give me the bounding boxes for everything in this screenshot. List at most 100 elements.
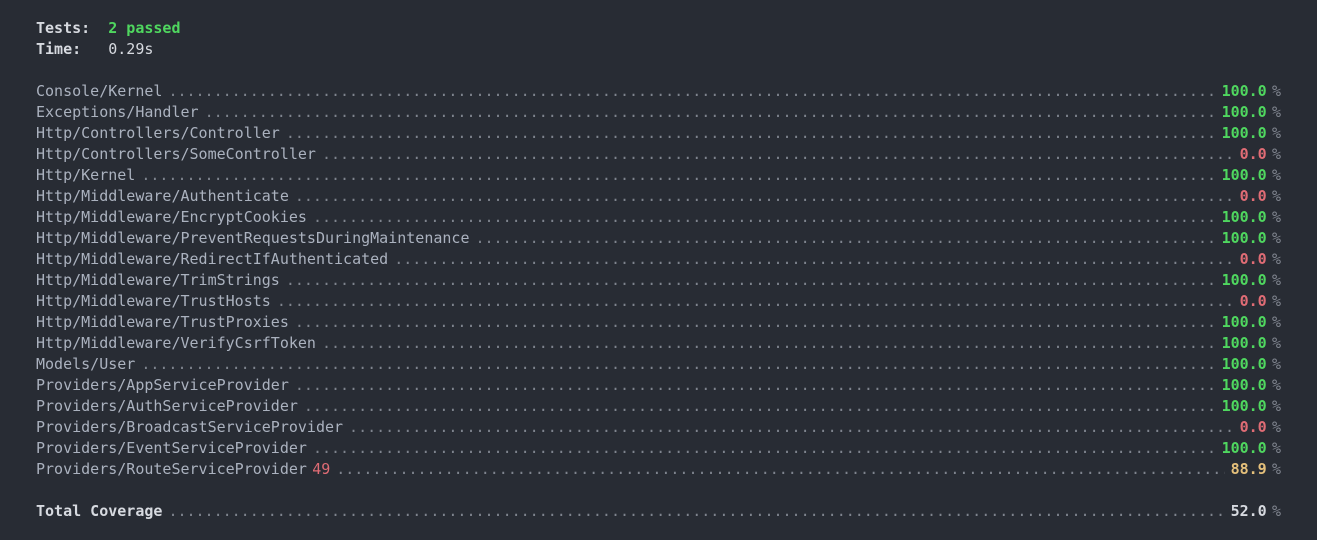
percent-symbol: % bbox=[1272, 459, 1281, 480]
percent-symbol: % bbox=[1272, 291, 1281, 312]
percent-symbol: % bbox=[1272, 81, 1281, 102]
dot-leader: ........................................… bbox=[475, 228, 1215, 249]
percent-symbol: % bbox=[1272, 501, 1281, 522]
coverage-row: Http/Controllers/SomeController.........… bbox=[36, 144, 1281, 165]
percent-symbol: % bbox=[1272, 144, 1281, 165]
coverage-row-value: 100.0 bbox=[1222, 375, 1267, 396]
coverage-row-name: Providers/AuthServiceProvider bbox=[36, 396, 298, 417]
coverage-row: Console/Kernel..........................… bbox=[36, 81, 1281, 102]
coverage-row: Http/Middleware/EncryptCookies..........… bbox=[36, 207, 1281, 228]
dot-leader: ........................................… bbox=[394, 249, 1233, 270]
tests-value: 2 passed bbox=[108, 19, 180, 37]
coverage-row-name: Http/Middleware/PreventRequestsDuringMai… bbox=[36, 228, 469, 249]
coverage-row-name: Http/Middleware/TrimStrings bbox=[36, 270, 280, 291]
coverage-row: Http/Middleware/Authenticate............… bbox=[36, 186, 1281, 207]
coverage-row-name: Providers/RouteServiceProvider bbox=[36, 459, 307, 480]
coverage-row-value: 100.0 bbox=[1222, 123, 1267, 144]
coverage-row-line-number: 49 bbox=[312, 459, 330, 480]
coverage-row-name: Http/Middleware/Authenticate bbox=[36, 186, 289, 207]
coverage-row: Http/Middleware/TrustProxies............… bbox=[36, 312, 1281, 333]
dot-leader: ........................................… bbox=[349, 417, 1234, 438]
coverage-row-value: 0.0 bbox=[1240, 249, 1267, 270]
coverage-row-value: 100.0 bbox=[1222, 102, 1267, 123]
coverage-row-value: 100.0 bbox=[1222, 333, 1267, 354]
dot-leader: ........................................… bbox=[141, 165, 1215, 186]
coverage-row-name: Http/Middleware/VerifyCsrfToken bbox=[36, 333, 316, 354]
coverage-row-name: Exceptions/Handler bbox=[36, 102, 199, 123]
coverage-row-value: 0.0 bbox=[1240, 417, 1267, 438]
coverage-row-value: 100.0 bbox=[1222, 81, 1267, 102]
coverage-row-value: 0.0 bbox=[1240, 186, 1267, 207]
coverage-row-name: Providers/BroadcastServiceProvider bbox=[36, 417, 343, 438]
tests-label: Tests: bbox=[36, 19, 90, 37]
coverage-row-name: Providers/EventServiceProvider bbox=[36, 438, 307, 459]
coverage-row: Http/Middleware/RedirectIfAuthenticated.… bbox=[36, 249, 1281, 270]
percent-symbol: % bbox=[1272, 312, 1281, 333]
coverage-row: Exceptions/Handler......................… bbox=[36, 102, 1281, 123]
percent-symbol: % bbox=[1272, 228, 1281, 249]
dot-leader: ........................................… bbox=[295, 186, 1234, 207]
coverage-row-name: Http/Middleware/TrustHosts bbox=[36, 291, 271, 312]
total-value: 52.0 bbox=[1231, 501, 1267, 522]
coverage-row-value: 100.0 bbox=[1222, 396, 1267, 417]
percent-symbol: % bbox=[1272, 375, 1281, 396]
blank-line bbox=[36, 480, 1281, 501]
total-label: Total Coverage bbox=[36, 501, 162, 522]
coverage-row-name: Http/Middleware/TrustProxies bbox=[36, 312, 289, 333]
percent-symbol: % bbox=[1272, 123, 1281, 144]
coverage-row-value: 100.0 bbox=[1222, 354, 1267, 375]
coverage-row-value: 88.9 bbox=[1231, 459, 1267, 480]
dot-leader: ........................................… bbox=[286, 123, 1216, 144]
coverage-row: Http/Kernel.............................… bbox=[36, 165, 1281, 186]
coverage-row-value: 100.0 bbox=[1222, 165, 1267, 186]
tests-summary-line: Tests: 2 passed bbox=[36, 18, 1281, 39]
coverage-row: Providers/RouteServiceProvider49........… bbox=[36, 459, 1281, 480]
coverage-row: Providers/AppServiceProvider............… bbox=[36, 375, 1281, 396]
dot-leader: ........................................… bbox=[322, 333, 1216, 354]
dot-leader: ........................................… bbox=[286, 270, 1216, 291]
percent-symbol: % bbox=[1272, 354, 1281, 375]
coverage-row: Http/Middleware/PreventRequestsDuringMai… bbox=[36, 228, 1281, 249]
coverage-row: Http/Controllers/Controller.............… bbox=[36, 123, 1281, 144]
coverage-row-name: Http/Controllers/SomeController bbox=[36, 144, 316, 165]
percent-symbol: % bbox=[1272, 249, 1281, 270]
percent-symbol: % bbox=[1272, 102, 1281, 123]
coverage-row: Models/User.............................… bbox=[36, 354, 1281, 375]
coverage-row: Providers/BroadcastServiceProvider......… bbox=[36, 417, 1281, 438]
coverage-row-value: 100.0 bbox=[1222, 438, 1267, 459]
dot-leader: ........................................… bbox=[304, 396, 1216, 417]
dot-leader: ........................................… bbox=[277, 291, 1234, 312]
dot-leader: ........................................… bbox=[313, 207, 1216, 228]
dot-leader: ........................................… bbox=[295, 312, 1216, 333]
coverage-row: Http/Middleware/TrustHosts..............… bbox=[36, 291, 1281, 312]
dot-leader: ........................................… bbox=[205, 102, 1216, 123]
dot-leader: ........................................… bbox=[168, 501, 1224, 522]
percent-symbol: % bbox=[1272, 396, 1281, 417]
coverage-row-name: Models/User bbox=[36, 354, 135, 375]
coverage-row-name: Console/Kernel bbox=[36, 81, 162, 102]
coverage-row-name: Providers/AppServiceProvider bbox=[36, 375, 289, 396]
time-label: Time: bbox=[36, 40, 81, 58]
coverage-row-value: 100.0 bbox=[1222, 207, 1267, 228]
coverage-row-name: Http/Middleware/EncryptCookies bbox=[36, 207, 307, 228]
dot-leader: ........................................… bbox=[141, 354, 1215, 375]
dot-leader: ........................................… bbox=[322, 144, 1234, 165]
coverage-row-name: Http/Kernel bbox=[36, 165, 135, 186]
coverage-row-value: 0.0 bbox=[1240, 144, 1267, 165]
coverage-row-value: 100.0 bbox=[1222, 270, 1267, 291]
coverage-row: Http/Middleware/TrimStrings.............… bbox=[36, 270, 1281, 291]
dot-leader: ........................................… bbox=[168, 81, 1215, 102]
coverage-row-value: 100.0 bbox=[1222, 228, 1267, 249]
time-value: 0.29s bbox=[108, 40, 153, 58]
total-coverage-row: Total Coverage .........................… bbox=[36, 501, 1281, 522]
coverage-row-name: Http/Controllers/Controller bbox=[36, 123, 280, 144]
coverage-row-value: 100.0 bbox=[1222, 312, 1267, 333]
dot-leader: ........................................… bbox=[313, 438, 1216, 459]
coverage-row: Http/Middleware/VerifyCsrfToken.........… bbox=[36, 333, 1281, 354]
percent-symbol: % bbox=[1272, 270, 1281, 291]
percent-symbol: % bbox=[1272, 417, 1281, 438]
dot-leader: ........................................… bbox=[295, 375, 1216, 396]
coverage-row-name: Http/Middleware/RedirectIfAuthenticated bbox=[36, 249, 388, 270]
percent-symbol: % bbox=[1272, 207, 1281, 228]
dot-leader: ........................................… bbox=[336, 459, 1224, 480]
